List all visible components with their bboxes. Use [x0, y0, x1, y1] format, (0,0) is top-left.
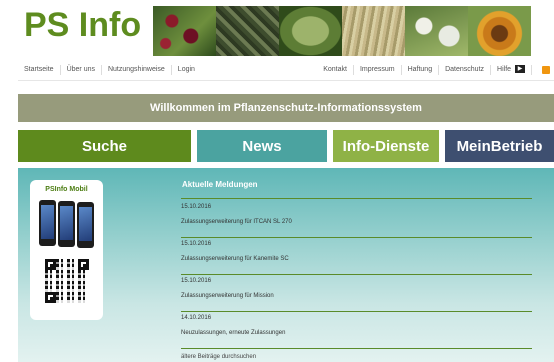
nav-haftung[interactable]: Haftung [402, 65, 440, 75]
news-divider [181, 198, 532, 199]
header-banner [153, 6, 531, 56]
news-date: 14.10.2016 [181, 315, 212, 321]
nav-ueber-uns[interactable]: Über uns [61, 65, 102, 75]
older-posts-link[interactable]: ältere Beiträge durchsuchen [181, 354, 256, 360]
banner-image-sunflower [468, 6, 531, 56]
banner-image-dandelion [405, 6, 468, 56]
nav-divider [18, 80, 554, 81]
top-navigation: Startseite Über uns Nutzungshinweise Log… [18, 62, 554, 78]
nav-nutzungshinweise[interactable]: Nutzungshinweise [102, 65, 172, 75]
list-item[interactable]: 15.10.2016 Zulassungserweiterung für Kan… [181, 239, 532, 275]
nav-datenschutz[interactable]: Datenschutz [439, 65, 492, 75]
welcome-banner: Willkommen im Pflanzenschutz-Information… [18, 94, 554, 122]
news-date: 15.10.2016 [181, 241, 212, 247]
banner-image-grain [342, 6, 405, 56]
nav-hilfe-label: Hilfe [497, 66, 512, 73]
qr-code [45, 259, 89, 303]
main-content: PSInfo Mobil Aktuelle Meldungen 15.10.20… [18, 168, 554, 362]
news-list: 15.10.2016 Zulassungserweiterung für ITC… [181, 202, 532, 350]
news-title[interactable]: Zulassungserweiterung für Kanemite SC [181, 256, 532, 262]
banner-image-leaf [279, 6, 342, 56]
tab-news[interactable]: News [197, 130, 327, 162]
rss-icon[interactable] [542, 66, 550, 74]
news-date: 15.10.2016 [181, 204, 212, 210]
nav-login[interactable]: Login [172, 65, 201, 75]
news-heading: Aktuelle Meldungen [182, 180, 258, 189]
play-icon[interactable]: ▶ [515, 65, 525, 74]
mobile-app-card[interactable]: PSInfo Mobil [30, 180, 103, 320]
tab-suche[interactable]: Suche [18, 130, 191, 162]
list-item[interactable]: 15.10.2016 Zulassungserweiterung für Mis… [181, 276, 532, 312]
nav-impressum[interactable]: Impressum [354, 65, 402, 75]
phone-icon [39, 200, 56, 246]
banner-image-berries [153, 6, 216, 56]
news-title[interactable]: Zulassungserweiterung für ITCAN SL 270 [181, 219, 532, 225]
banner-image-foliage [216, 6, 279, 56]
news-date: 15.10.2016 [181, 278, 212, 284]
main-tabs: Suche News Info-Dienste MeinBetrieb [18, 130, 554, 162]
phone-icon [77, 202, 94, 248]
tab-info-dienste[interactable]: Info-Dienste [333, 130, 439, 162]
tab-mein-betrieb[interactable]: MeinBetrieb [445, 130, 554, 162]
mobile-app-title: PSInfo Mobil [45, 186, 88, 193]
phones-image [39, 200, 95, 248]
phone-icon [58, 201, 75, 247]
news-title[interactable]: Neuzulassungen, erneute Zulassungen [181, 330, 532, 336]
nav-hilfe[interactable]: Hilfe ▶ [491, 65, 532, 75]
list-item[interactable]: 15.10.2016 Zulassungserweiterung für ITC… [181, 202, 532, 238]
nav-startseite[interactable]: Startseite [18, 65, 61, 75]
site-logo[interactable]: PS Info [24, 6, 141, 45]
nav-kontakt[interactable]: Kontakt [317, 65, 354, 75]
list-item[interactable]: 14.10.2016 Neuzulassungen, erneute Zulas… [181, 313, 532, 349]
news-title[interactable]: Zulassungserweiterung für Mission [181, 293, 532, 299]
